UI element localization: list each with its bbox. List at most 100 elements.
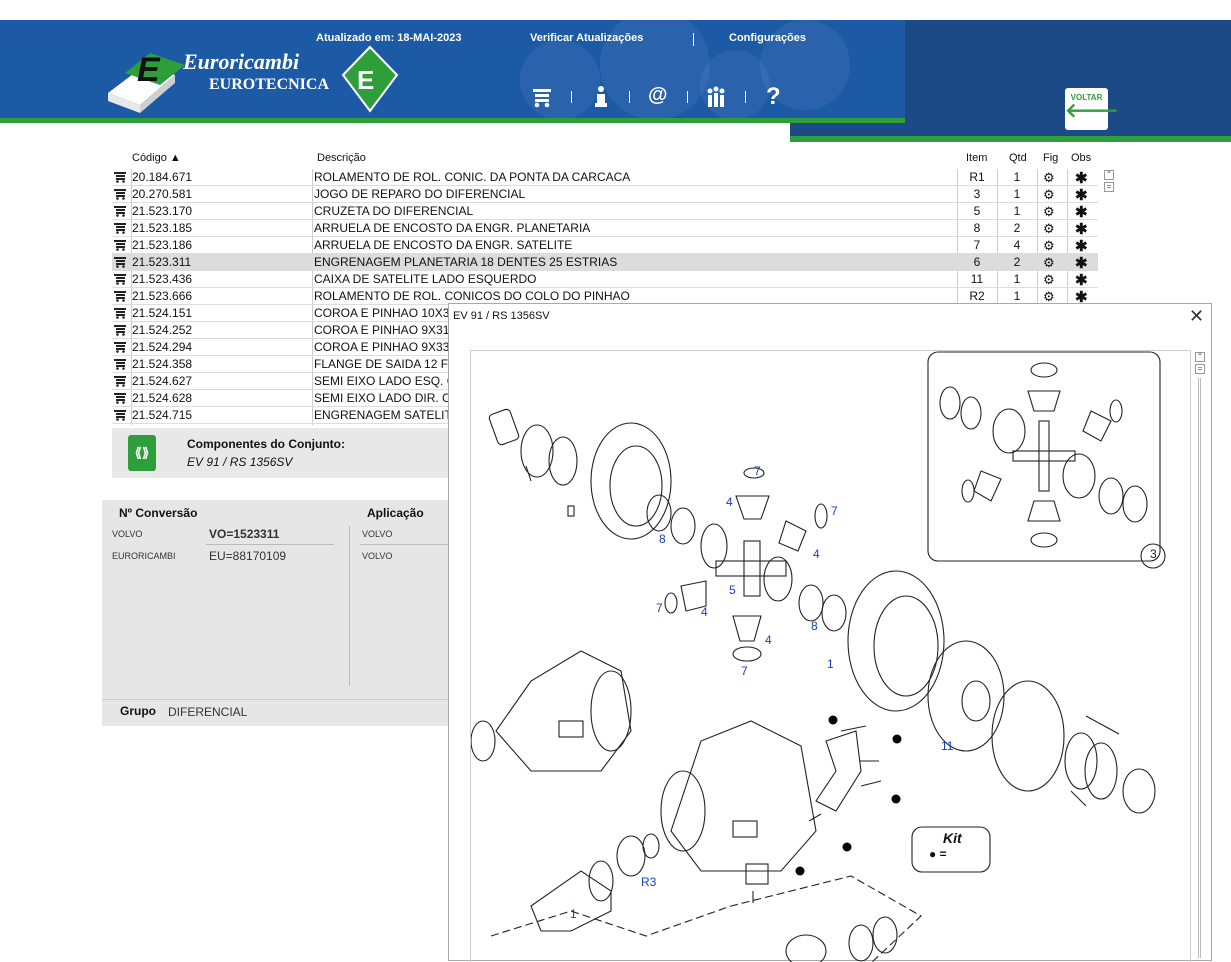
asterisk-icon[interactable]: ✱	[1075, 220, 1088, 238]
conversion-code: EU=88170109	[209, 549, 287, 563]
col-item-header[interactable]: Item	[966, 152, 987, 164]
close-icon[interactable]: ✕	[1189, 306, 1204, 327]
cart-icon[interactable]	[114, 205, 126, 217]
exploded-diagram-view: 7 4 7 8 4 5 7 4 4 8 7 1 11 R3 1 3 Kit ● =	[470, 350, 1191, 962]
cart-icon[interactable]	[114, 222, 126, 234]
asterisk-icon[interactable]: ✱	[1075, 186, 1088, 204]
diagram-part	[1082, 410, 1112, 442]
gear-icon[interactable]: ⚙	[1043, 204, 1055, 220]
diagram-part	[763, 556, 793, 602]
part-code: 20.270.581	[132, 187, 193, 201]
scroll-track[interactable]	[1198, 378, 1201, 958]
part-description: ROLAMENTO DE ROL. CONIC. DA PONTA DA CAR…	[314, 170, 631, 184]
gear-icon[interactable]: ⚙	[1043, 238, 1055, 254]
part-label: 7	[656, 601, 663, 615]
col-obs-header[interactable]: Obs	[1071, 152, 1091, 164]
diagram-part	[616, 835, 646, 877]
diagram-part	[1109, 399, 1123, 423]
diagram-part	[1038, 420, 1050, 492]
diagram-part	[1012, 450, 1076, 462]
cart-icon[interactable]	[532, 86, 552, 114]
part-label: 11	[941, 739, 954, 753]
diagram-part	[778, 520, 807, 552]
part-code: 21.524.358	[132, 357, 193, 371]
col-codigo-header[interactable]: Código ▲	[132, 152, 181, 164]
scroll-up-icon[interactable]: ⌃	[1195, 352, 1205, 362]
table-row[interactable]: 21.523.185 ARRUELA DE ENCOSTO DA ENGR. PL…	[112, 220, 1098, 238]
settings-link[interactable]: Configurações	[729, 32, 806, 44]
cart-icon[interactable]	[114, 290, 126, 302]
components-title: Componentes do Conjunto:	[187, 437, 345, 451]
diagram-part	[558, 720, 584, 738]
asterisk-icon[interactable]: ✱	[1075, 169, 1088, 187]
part-label: 8	[811, 619, 818, 633]
diagram-part	[872, 916, 898, 954]
diagram-part	[715, 560, 787, 577]
asterisk-icon[interactable]: ✱	[1075, 237, 1088, 255]
help-icon[interactable]: ?	[766, 83, 781, 111]
info-icon[interactable]	[593, 86, 609, 114]
cart-icon[interactable]	[114, 307, 126, 319]
asterisk-icon[interactable]: ✱	[1075, 271, 1088, 289]
check-updates-link[interactable]: Verificar Atualizações	[530, 32, 643, 44]
svg-text:E: E	[357, 65, 374, 95]
part-code: 21.524.294	[132, 340, 193, 354]
diagram-part	[1030, 362, 1058, 378]
table-row[interactable]: 21.523.170 CRUZETA DO DIFERENCIAL 5 1 ⚙ ✱	[112, 203, 1098, 221]
diagram-part	[642, 833, 660, 859]
panel-divider	[349, 526, 350, 686]
cart-icon[interactable]	[114, 324, 126, 336]
cart-icon[interactable]	[114, 239, 126, 251]
at-icon[interactable]: @	[648, 84, 668, 107]
people-icon[interactable]	[706, 86, 726, 114]
gear-icon[interactable]: ⚙	[1043, 187, 1055, 203]
cart-icon[interactable]	[114, 375, 126, 387]
part-description: ENGRENAGEM PLANETARIA 18 DENTES 25 ESTRI…	[314, 255, 618, 269]
col-qtd-header[interactable]: Qtd	[1009, 152, 1027, 164]
cart-icon[interactable]	[114, 409, 126, 421]
cart-icon[interactable]	[114, 358, 126, 370]
table-row[interactable]: 20.270.581 JOGO DE REPARO DO DIFERENCIAL 3…	[112, 186, 1098, 204]
asterisk-icon[interactable]: ✱	[1075, 203, 1088, 221]
cart-icon[interactable]	[114, 392, 126, 404]
modal-scrollbar[interactable]: ⌃ =	[1195, 352, 1205, 962]
diagram-part	[471, 720, 496, 762]
group-bar: Grupo DIFERENCIAL	[102, 699, 452, 726]
part-qty: 1	[1013, 272, 1021, 286]
col-fig-header[interactable]: Fig	[1043, 152, 1058, 164]
part-code: 21.524.715	[132, 408, 193, 422]
table-row[interactable]: 21.523.186 ARRUELA DE ENCOSTO DA ENGR. SA…	[112, 237, 1098, 255]
assembly-icon[interactable]: ⟪⟫	[128, 435, 156, 471]
cart-icon[interactable]	[114, 256, 126, 268]
gear-icon[interactable]: ⚙	[1043, 272, 1055, 288]
part-description: ARRUELA DE ENCOSTO DA ENGR. SATELITE	[314, 238, 573, 252]
cart-icon[interactable]	[114, 273, 126, 285]
back-button[interactable]: VOLTAR 🡐	[1065, 88, 1119, 130]
callout-label: 3	[1150, 547, 1157, 561]
cart-icon[interactable]	[114, 341, 126, 353]
part-code: 21.523.185	[132, 221, 193, 235]
scroll-thumb[interactable]: =	[1195, 364, 1205, 374]
gear-icon[interactable]: ⚙	[1043, 221, 1055, 237]
gear-icon[interactable]: ⚙	[1043, 255, 1055, 271]
scroll-up-icon[interactable]: ⌃	[1104, 170, 1114, 180]
kit-label: Kit	[943, 830, 962, 846]
table-row[interactable]: 20.184.671 ROLAMENTO DE ROL. CONIC. DA PO…	[112, 169, 1098, 187]
conversion-code: VO=1523311	[209, 527, 280, 541]
part-qty: 1	[1013, 170, 1021, 184]
part-label: 7	[754, 464, 761, 478]
cart-icon[interactable]	[114, 171, 126, 183]
part-label: 7	[741, 664, 748, 678]
diagram-part	[1027, 500, 1061, 522]
scroll-thumb[interactable]: =	[1104, 182, 1114, 192]
col-descricao-header[interactable]: Descrição	[317, 152, 366, 164]
gear-icon[interactable]: ⚙	[1043, 170, 1055, 186]
diagram-part	[700, 523, 728, 569]
diagram-part	[588, 860, 614, 902]
table-row[interactable]: 21.523.436 CAIXA DE SATELITE LADO ESQUERD…	[112, 271, 1098, 289]
table-row[interactable]: 21.523.311 ENGRENAGEM PLANETARIA 18 DENTE…	[112, 254, 1098, 272]
asterisk-icon[interactable]: ✱	[1075, 254, 1088, 272]
components-subtitle[interactable]: EV 91 / RS 1356SV	[187, 455, 292, 469]
part-qty: 1	[1013, 289, 1021, 303]
cart-icon[interactable]	[114, 188, 126, 200]
